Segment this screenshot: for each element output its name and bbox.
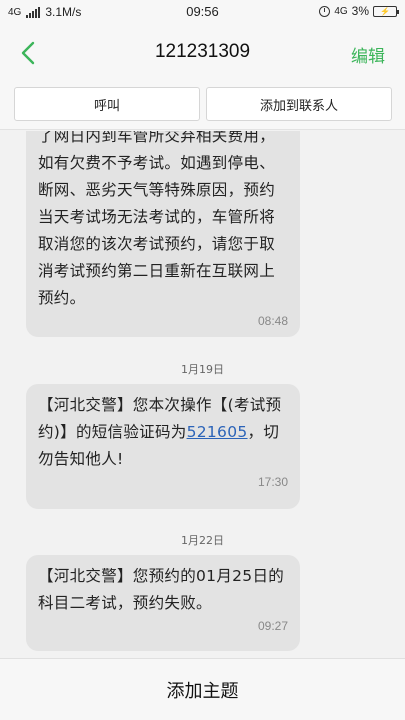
message-text: 了网日内到车管所交弃相关费用，如有欠费不予考试。如遇到停电、断网、恶劣天气等特殊… (38, 131, 276, 307)
date-separator: 1月22日 (181, 534, 224, 547)
edit-button[interactable]: 编辑 (351, 42, 385, 67)
message-thread[interactable]: 了网日内到车管所交弃相关费用，如有欠费不予考试。如遇到停电、断网、恶劣天气等特殊… (0, 131, 405, 658)
action-bar: 呼叫 添加到联系人 (0, 80, 405, 130)
message-bubble[interactable]: 【河北交警】您预约的01月25日的科目二考试，预约失败。 09:27 (26, 555, 300, 651)
status-right: 4G 3% ⚡ (319, 4, 399, 18)
call-button[interactable]: 呼叫 (14, 87, 200, 121)
message-text: 【河北交警】您本次操作【(考试预约)】的短信验证码为521605，切勿告知他人! (38, 392, 288, 473)
status-bar: 4G 3.1M/s 09:56 4G 3% ⚡ (0, 0, 405, 26)
message-text: 【河北交警】您预约的01月25日的科目二考试，预约失败。 (38, 567, 285, 612)
header: 121231309 编辑 (0, 26, 405, 80)
battery-percent: 3% (351, 4, 369, 18)
network-type-right: 4G (334, 5, 348, 17)
message-bubble[interactable]: 了网日内到车管所交弃相关费用，如有欠费不予考试。如遇到停电、断网、恶劣天气等特殊… (26, 131, 300, 337)
battery-icon: ⚡ (373, 5, 399, 17)
verification-code-link[interactable]: 521605 (187, 423, 248, 441)
message-time: 08:48 (257, 314, 288, 328)
contact-number-title: 121231309 (154, 41, 251, 62)
message-time: 09:27 (257, 619, 288, 633)
message-bubble[interactable]: 【河北交警】您本次操作【(考试预约)】的短信验证码为521605，切勿告知他人!… (26, 384, 300, 509)
add-subject-button[interactable]: 添加主题 (0, 658, 405, 720)
alarm-icon (319, 5, 331, 17)
date-separator: 1月19日 (181, 363, 224, 376)
message-time: 17:30 (257, 475, 288, 489)
add-to-contacts-button[interactable]: 添加到联系人 (206, 87, 392, 121)
